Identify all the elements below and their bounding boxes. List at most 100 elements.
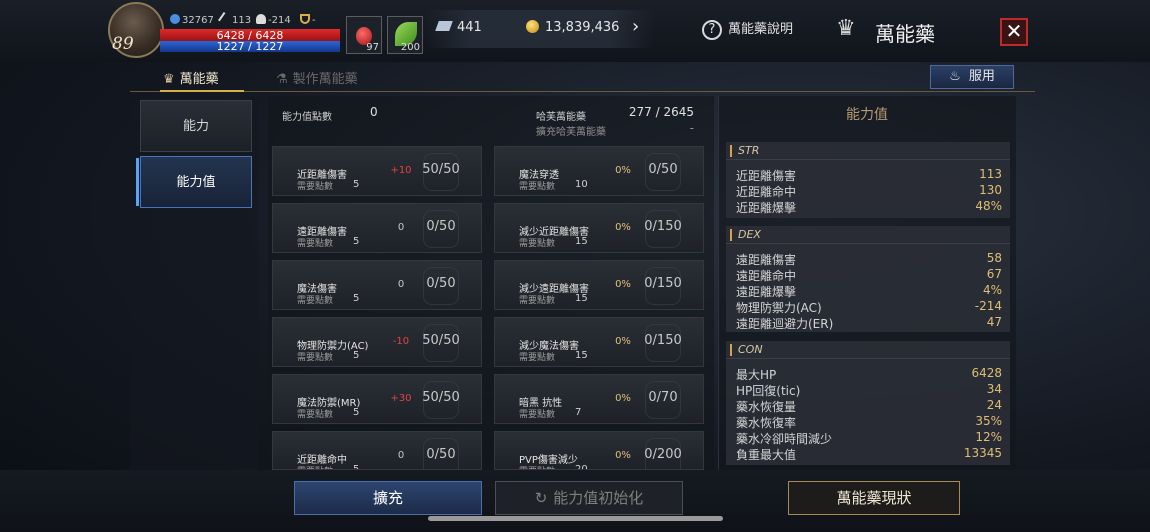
stat-card-bonus: 0%	[615, 279, 631, 290]
stat-group-str: STR 近距離傷害 113 近距離命中 130 近距離爆擊 48%	[726, 142, 1010, 218]
stat-card[interactable]: PVP傷害減少 需要點數 20 0% 0/200	[494, 431, 704, 470]
use-button[interactable]: ♨ 服用	[930, 65, 1014, 89]
crystal-currency: 441	[435, 20, 482, 35]
sword-icon	[218, 12, 232, 26]
stat-card-req-label: 需要點數	[297, 353, 334, 363]
stat-card-req-label: 需要點數	[519, 239, 556, 249]
stat-a-value: 32767	[182, 15, 214, 26]
stat-card[interactable]: 暗黑 抗性 需要點數 7 0% 0/70	[494, 374, 704, 424]
player-level: 89	[112, 34, 134, 54]
tab-craft-label: 製作萬能藥	[292, 72, 358, 87]
stat-group-header: STR	[726, 142, 1010, 160]
stat-card[interactable]: 魔法傷害 需要點數 5 0 0/50	[272, 260, 482, 310]
stat-card-bonus: -10	[392, 336, 410, 347]
stat-card-req-label: 需要點數	[297, 296, 334, 306]
stat-card-req-value: 15	[575, 236, 588, 247]
page-title: 萬能藥	[875, 22, 935, 46]
stats-panel-title: 能力值	[846, 107, 888, 123]
stat-a: 32767	[170, 14, 214, 26]
stat-card-req-value: 5	[353, 179, 360, 190]
stat-card[interactable]: 魔法穿透 需要點數 10 0% 0/50	[494, 146, 704, 196]
refresh-icon: ↻	[534, 489, 548, 507]
stat-row: 藥水恢復率 35%	[736, 414, 1002, 430]
elixir-expand-label: 擴充哈芙萬能藥	[536, 127, 606, 138]
stat-card-req-value: 5	[353, 407, 360, 418]
stat-row: 近距離爆擊 48%	[736, 199, 1002, 215]
active-indicator	[136, 158, 139, 206]
trophy-icon	[300, 14, 310, 24]
stat-card-req-label: 需要點數	[297, 239, 334, 249]
side-item-label: 能力值	[176, 175, 216, 190]
close-button[interactable]: ✕	[1000, 18, 1028, 46]
elixir-status-button[interactable]: 萬能藥現狀	[788, 481, 960, 515]
elixir-tab-icon: ♛	[163, 72, 175, 87]
stat-card-bonus: +10	[390, 165, 412, 176]
stat-group-header: DEX	[726, 226, 1010, 244]
stat-card[interactable]: 近距離命中 需要點數 5 0 0/50	[272, 431, 482, 470]
stat-c: -214	[256, 14, 291, 26]
side-item-ability[interactable]: 能力	[140, 100, 252, 152]
stat-card-progress: 0/150	[644, 276, 682, 291]
stat-b-value: 113	[232, 15, 252, 26]
wing-icon	[170, 14, 180, 24]
reset-stats-button[interactable]: ↻ 能力值初始化	[495, 481, 683, 515]
stat-card-req-label: 需要點數	[519, 182, 556, 192]
crystal-amount: 441	[457, 20, 482, 35]
gold-coin-icon	[526, 20, 539, 33]
expand-button[interactable]: 擴充	[294, 481, 482, 515]
stat-group-header: CON	[726, 341, 1010, 359]
stat-card-req-value: 5	[353, 293, 360, 304]
stat-c-value: -214	[268, 15, 291, 26]
tab-elixir[interactable]: ♛ 萬能藥	[163, 68, 219, 87]
stat-card[interactable]: 減少魔法傷害 需要點數 15 0% 0/150	[494, 317, 704, 367]
stat-row: 最大HP 6428	[736, 366, 1002, 382]
potion-slot-red[interactable]: 97	[346, 16, 382, 54]
stat-card-progress: 50/50	[422, 162, 460, 177]
stat-card-progress: 0/50	[426, 219, 456, 234]
stat-card[interactable]: 遠距離傷害 需要點數 5 0 0/50	[272, 203, 482, 253]
stat-card-progress: 0/50	[426, 447, 456, 462]
tab-bar	[130, 62, 1035, 92]
stat-row: 遠距離傷害 58	[736, 251, 1002, 267]
stat-card[interactable]: 減少遠距離傷害 需要點數 15 0% 0/150	[494, 260, 704, 310]
stat-card-bonus: 0	[397, 222, 405, 233]
stat-card[interactable]: 物理防禦力(AC) 需要點數 5 -10 50/50	[272, 317, 482, 367]
points-label: 能力值點數	[282, 112, 332, 123]
stat-card[interactable]: 減少近距離傷害 需要點數 15 0% 0/150	[494, 203, 704, 253]
potion-slot-green[interactable]: 200	[387, 16, 423, 54]
stat-group-name: CON	[738, 343, 763, 356]
help-button[interactable]: ? 萬能藥說明	[702, 18, 793, 40]
stat-row: 藥水恢復量 24	[736, 398, 1002, 414]
crystal-icon	[435, 21, 453, 31]
stat-card-req-value: 15	[575, 350, 588, 361]
elixir-crown-icon: ♛	[836, 16, 856, 41]
stat-card-progress: 0/50	[426, 276, 456, 291]
stat-d: -	[300, 14, 316, 26]
stat-card-req-label: 需要點數	[297, 410, 334, 420]
helmet-icon	[256, 14, 266, 24]
stat-row: 近距離命中 130	[736, 183, 1002, 199]
mp-text: 1227 / 1227	[216, 40, 284, 53]
stat-row: 藥水冷卻時間減少 12%	[736, 430, 1002, 446]
gold-currency: 13,839,436	[526, 20, 619, 35]
craft-tab-icon: ⚗	[276, 72, 288, 87]
elixir-count-label: 哈芙萬能藥	[536, 112, 586, 123]
potion-use-icon: ♨	[949, 69, 961, 84]
stat-group-con: CON 最大HP 6428 HP回復(tic) 34 藥水恢復量 24 藥水恢復率 35…	[726, 341, 1010, 465]
points-value: 0	[370, 105, 378, 119]
active-tab-underline	[160, 90, 244, 92]
home-indicator[interactable]	[428, 516, 723, 521]
stat-card-progress: 50/50	[422, 333, 460, 348]
stat-row: 遠距離命中 67	[736, 267, 1002, 283]
stat-card-progress: 0/200	[644, 447, 682, 462]
side-item-ability-stats[interactable]: 能力值	[140, 156, 252, 208]
elixir-expand-value: -	[689, 121, 694, 135]
stat-card-bonus: 0	[397, 450, 405, 461]
stat-row: HP回復(tic) 34	[736, 382, 1002, 398]
tab-craft-elixir[interactable]: ⚗ 製作萬能藥	[276, 68, 358, 87]
stat-card[interactable]: 近距離傷害 需要點數 5 +10 50/50	[272, 146, 482, 196]
stat-card[interactable]: 魔法防禦(MR) 需要點數 5 +30 50/50	[272, 374, 482, 424]
stat-group-dex: DEX 遠距離傷害 58 遠距離命中 67 遠距離爆擊 4% 物理防禦力(AC) -21…	[726, 226, 1010, 332]
stat-card-bonus: 0%	[615, 393, 631, 404]
chevron-right-icon[interactable]: ›	[632, 16, 639, 37]
